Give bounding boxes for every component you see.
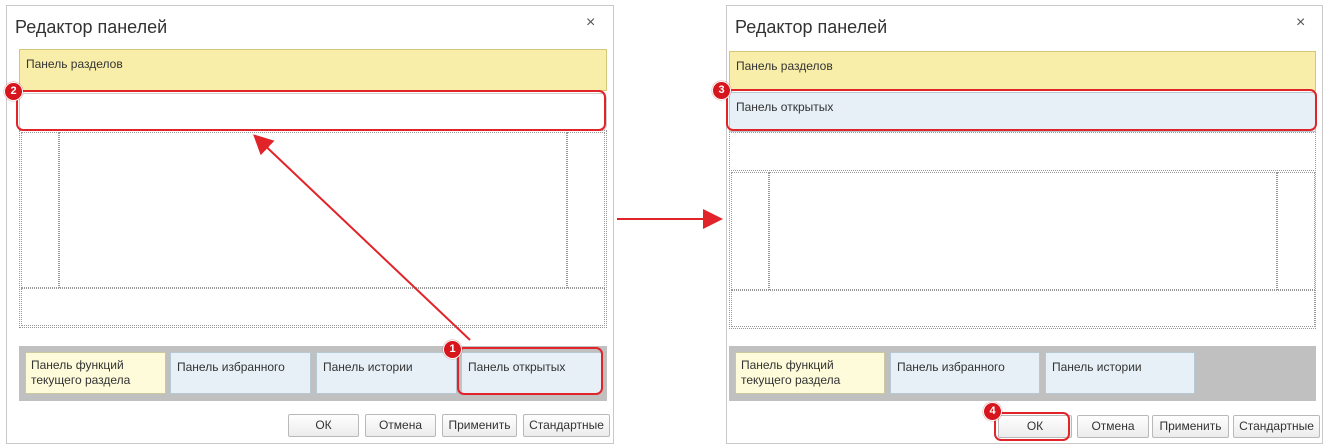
step-marker-2: 2 (4, 82, 23, 101)
step-marker-1: 1 (443, 340, 462, 359)
drag-arrow (253, 134, 471, 341)
step-marker-4: 4 (983, 402, 1002, 421)
arrows-overlay (253, 134, 723, 341)
step-marker-3: 3 (712, 81, 731, 100)
